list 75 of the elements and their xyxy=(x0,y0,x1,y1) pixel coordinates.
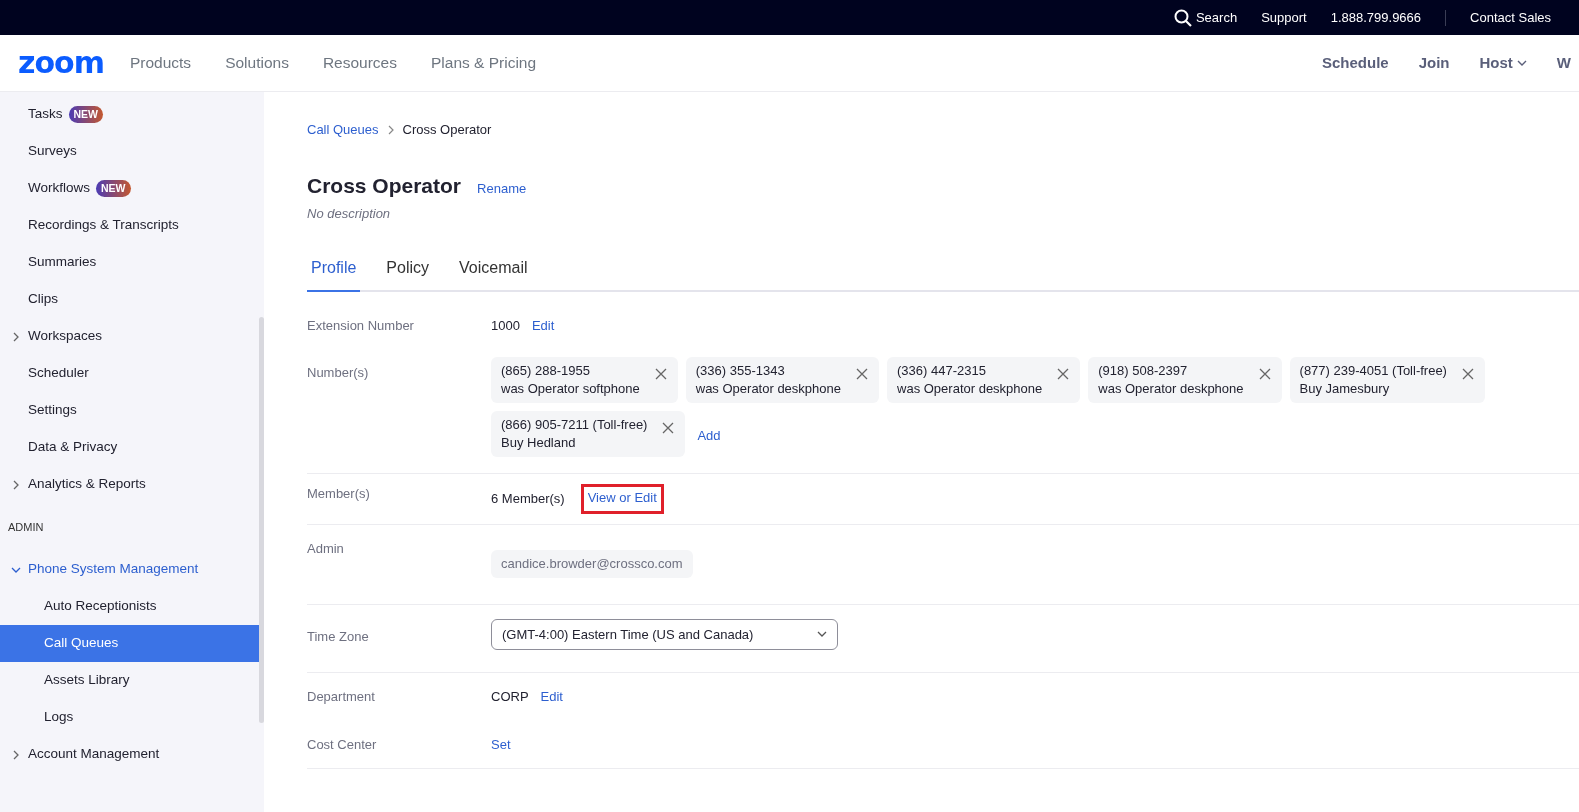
phone-number: (336) 355-1343 xyxy=(695,362,786,380)
phone-number: (865) 288-1955 xyxy=(501,362,591,380)
section-heading: ADMIN xyxy=(8,519,44,535)
sidebar-subitem[interactable]: Auto Receptionists xyxy=(0,588,259,625)
page-title: Cross Operator xyxy=(307,172,462,198)
description: No description xyxy=(307,205,392,223)
top-link[interactable]: Contact Sales xyxy=(1470,7,1551,28)
sidebar-item[interactable]: Surveys xyxy=(28,141,77,162)
breadcrumb-item: Cross Operator xyxy=(402,121,492,139)
nav-menu-item[interactable]: Solutions xyxy=(225,51,289,75)
search-icon xyxy=(1173,8,1192,27)
field-label: Cost Center xyxy=(307,735,378,754)
nav-action[interactable]: Host xyxy=(1479,51,1527,75)
new-badge: NEW xyxy=(96,179,131,198)
sidebar-item[interactable]: Clips xyxy=(28,289,58,310)
field-label: Admin xyxy=(307,539,345,558)
caret-icon xyxy=(1516,60,1527,66)
nav-menu-item[interactable]: Products xyxy=(129,51,192,75)
sidebar-item[interactable]: Workspaces xyxy=(28,326,103,347)
number-note: Buy Jamesbury xyxy=(1299,380,1391,398)
nav-action[interactable]: Schedule xyxy=(1321,51,1389,75)
scrollbar[interactable] xyxy=(259,317,264,723)
sidebar-subitem[interactable]: Call Queues xyxy=(0,625,259,662)
nav-menu-item[interactable]: Resources xyxy=(322,51,397,75)
field-label: Department xyxy=(307,688,376,706)
action-link[interactable]: Edit xyxy=(540,687,563,707)
field-label: Number(s) xyxy=(307,364,370,382)
new-badge: NEW xyxy=(68,105,103,124)
field-label: Time Zone xyxy=(307,627,370,646)
sidebar-item[interactable]: Tasks xyxy=(28,104,63,125)
chevron-right-icon xyxy=(386,124,395,135)
top-link[interactable]: Support xyxy=(1261,7,1307,28)
field-value: 1000 xyxy=(491,316,520,335)
sidebar-item[interactable]: Workflows xyxy=(28,178,90,199)
tab[interactable]: Policy xyxy=(382,255,434,292)
add-link[interactable]: Add xyxy=(697,426,721,446)
field-label: Extension Number xyxy=(307,316,415,335)
field-label: Member(s) xyxy=(307,485,371,503)
sidebar-subitem[interactable]: Logs xyxy=(0,699,259,736)
phone-number: (877) 239-4051 (Toll-free) xyxy=(1299,362,1447,380)
sidebar-item[interactable]: Phone System Management xyxy=(28,559,199,580)
search-link[interactable]: Search xyxy=(1173,7,1238,28)
sidebar-item[interactable]: Scheduler xyxy=(28,363,89,384)
number-note: was Operator deskphone xyxy=(897,380,1043,398)
logo[interactable]: zoom xyxy=(18,48,104,78)
phone-number: (866) 905-7211 (Toll-free) xyxy=(501,416,648,434)
number-note: Buy Hedland xyxy=(501,434,577,452)
sidebar-subitem[interactable]: Assets Library xyxy=(0,662,259,699)
top-link[interactable]: 1.888.799.9666 xyxy=(1330,7,1422,28)
caret-icon xyxy=(817,631,827,638)
nav-action[interactable]: Join xyxy=(1418,51,1450,75)
sidebar-item[interactable]: Data & Privacy xyxy=(28,437,118,458)
tab[interactable]: Voicemail xyxy=(455,255,532,292)
phone-number: (336) 447-2315 xyxy=(897,362,987,380)
number-note: was Operator softphone xyxy=(501,380,640,398)
action-link[interactable]: View or Edit xyxy=(587,490,657,505)
phone-number: (918) 508-2397 xyxy=(1098,362,1189,380)
nav-menu-item[interactable]: Plans & Pricing xyxy=(431,51,537,75)
number-note: was Operator deskphone xyxy=(1098,380,1244,398)
sidebar-item[interactable]: Account Management xyxy=(28,744,160,765)
admin-field: candice.browder@crossco.com xyxy=(491,550,693,578)
field-value: 6 Member(s) xyxy=(491,490,565,508)
action-link[interactable]: Edit xyxy=(531,315,555,335)
breadcrumb-item[interactable]: Call Queues xyxy=(307,120,379,140)
sidebar-item[interactable]: Summaries xyxy=(28,252,97,273)
nav-action[interactable]: W xyxy=(1556,51,1571,75)
sidebar-item[interactable]: Analytics & Reports xyxy=(28,474,146,495)
sidebar-item[interactable]: Settings xyxy=(28,400,77,421)
rename-link[interactable]: Rename xyxy=(477,178,527,198)
timezone-select[interactable]: (GMT-4:00) Eastern Time (US and Canada) xyxy=(491,618,838,650)
action-link[interactable]: Set xyxy=(491,734,511,754)
number-note: was Operator deskphone xyxy=(695,380,841,398)
tab[interactable]: Profile xyxy=(307,255,361,292)
sidebar-item[interactable]: Recordings & Transcripts xyxy=(28,215,179,236)
field-value: CORP xyxy=(491,688,529,706)
